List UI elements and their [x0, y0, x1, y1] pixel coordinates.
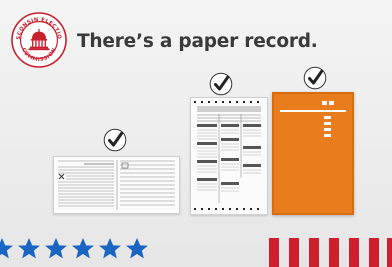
- orange-ballot: [272, 92, 354, 215]
- star-icon: [72, 238, 94, 259]
- check-icon: [103, 128, 127, 152]
- star-icon: [99, 238, 121, 259]
- star-icon: [126, 238, 148, 259]
- stripes-decoration: [269, 238, 392, 267]
- star-icon: [18, 238, 40, 259]
- star-icon: [45, 238, 67, 259]
- check-icon: [209, 72, 233, 96]
- paper-ballot: [190, 97, 268, 215]
- stars-decoration: [0, 238, 148, 259]
- star-icon: [0, 238, 13, 259]
- check-icon: [303, 66, 327, 90]
- slide: WISCONSIN ELECTIONS COMMISSION There’s a…: [0, 0, 392, 267]
- wisconsin-elections-commission-seal: WISCONSIN ELECTIONS COMMISSION: [11, 12, 67, 68]
- absentee-certificate-envelope: [53, 156, 180, 214]
- headline: There’s a paper record.: [77, 31, 318, 52]
